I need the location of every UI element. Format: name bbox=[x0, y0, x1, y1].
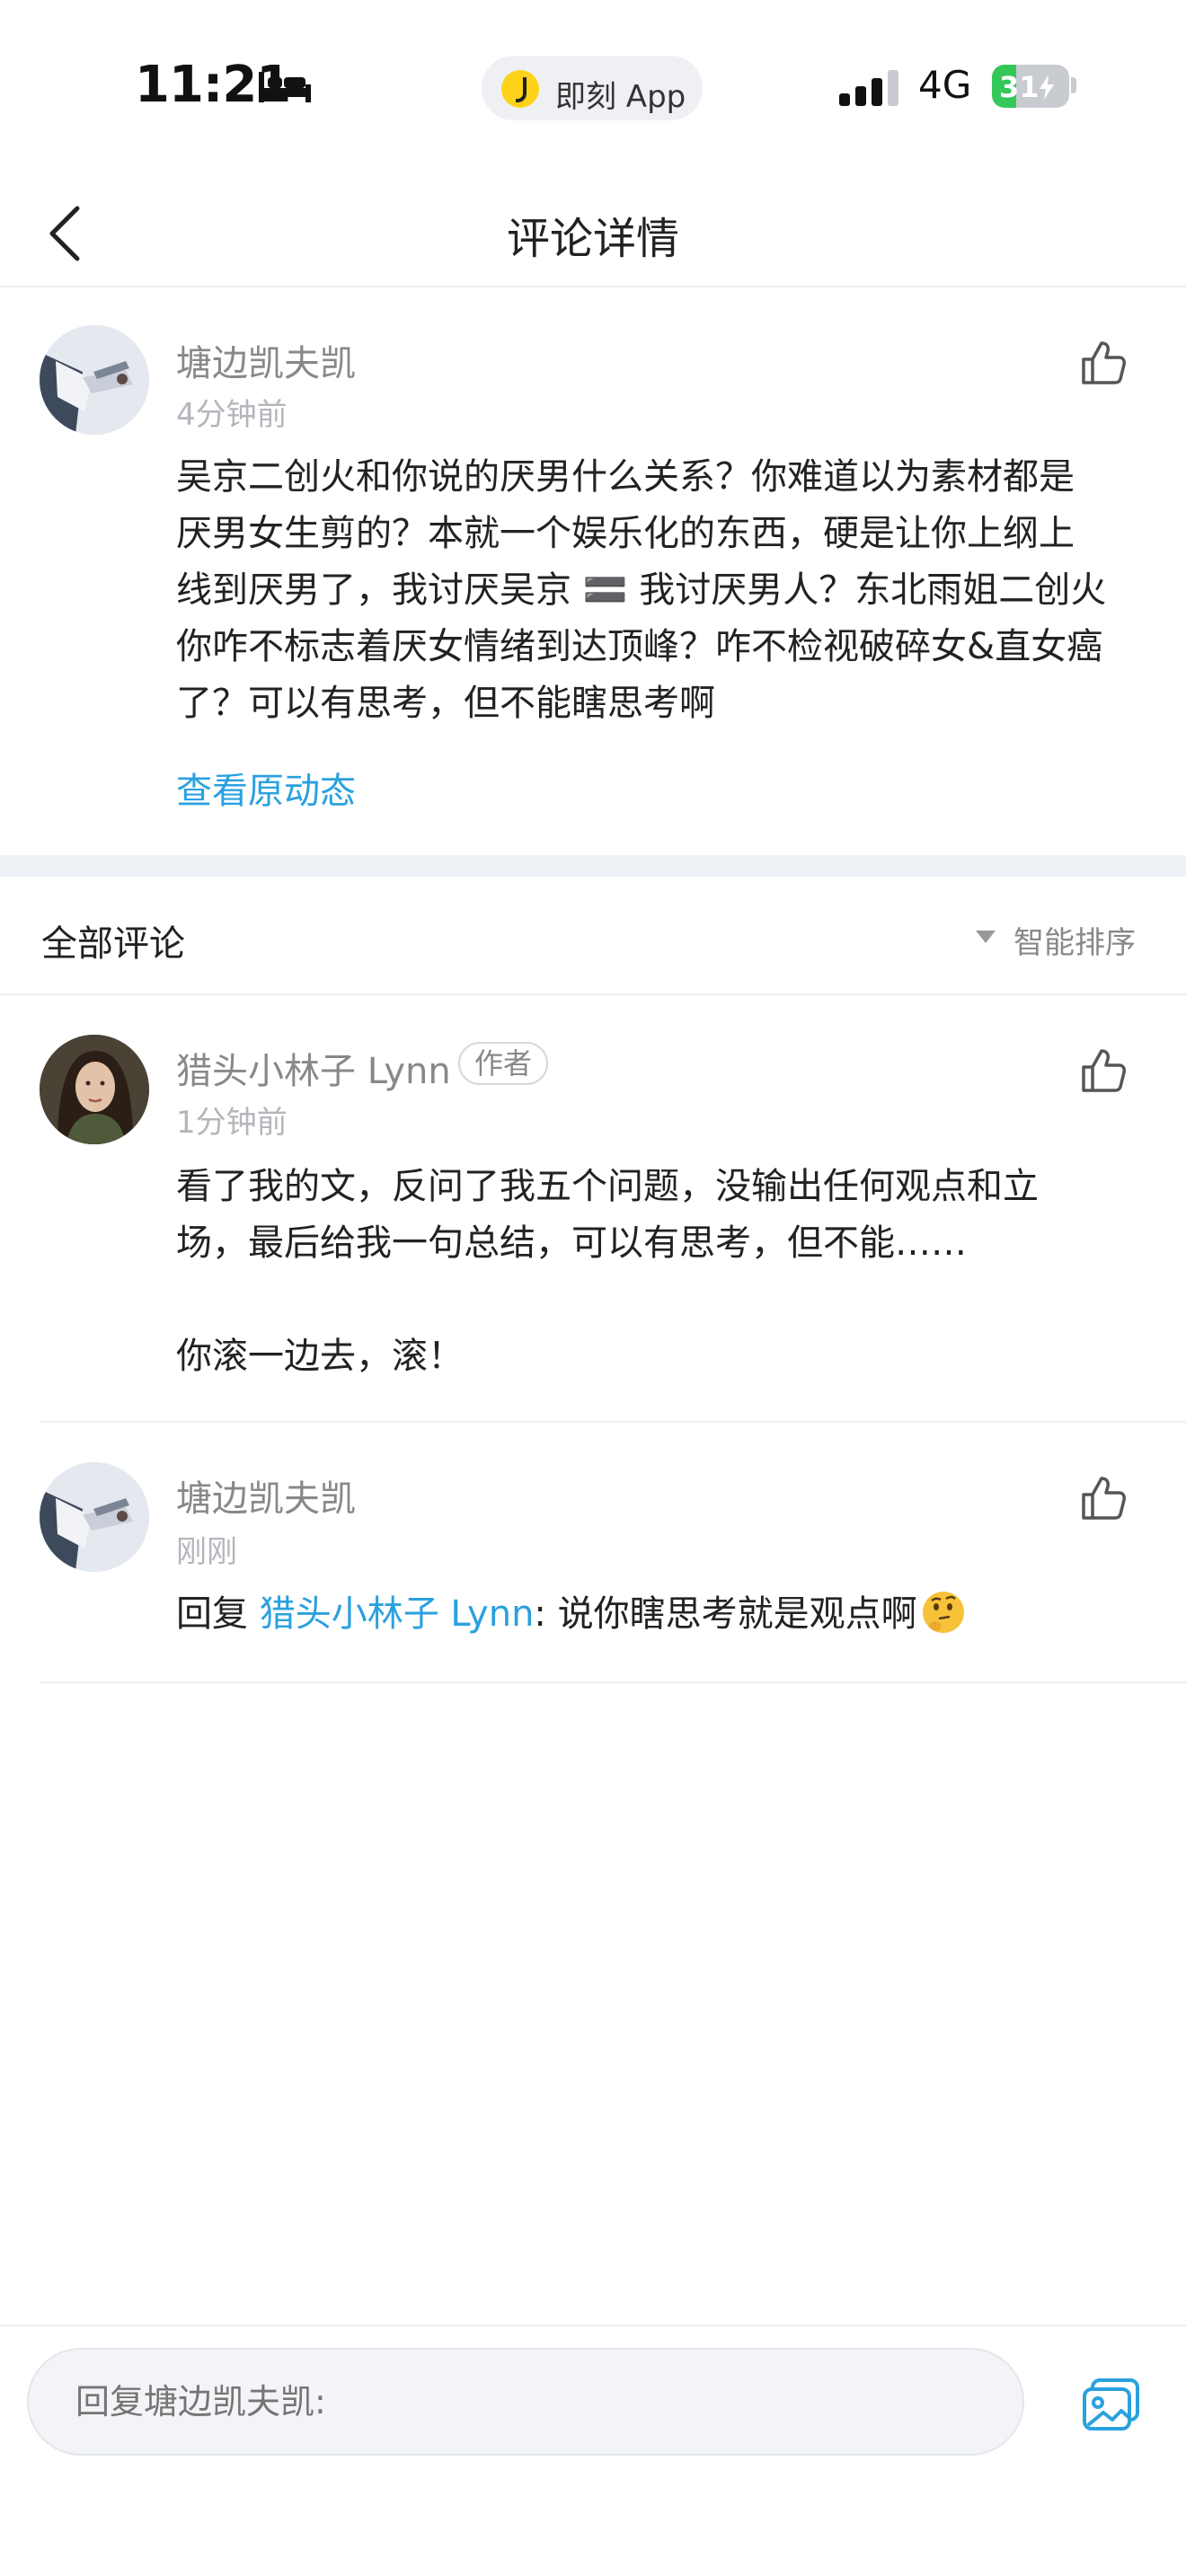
mention-link[interactable]: 猎头小林子 Lynn bbox=[260, 1593, 535, 1635]
reply-composer-bar bbox=[0, 2325, 1186, 2576]
comment-line: 线到厌男了，我讨厌吴京 🟰 我讨厌男人？东北雨姐二创火 bbox=[176, 569, 1107, 611]
battery-cap bbox=[1071, 77, 1076, 93]
thumbs-up-icon[interactable] bbox=[1078, 1473, 1128, 1523]
avatar-illustration bbox=[40, 1462, 149, 1572]
nav-header: 评论详情 bbox=[0, 180, 1186, 287]
reply-author[interactable]: 塘边凯夫凯 bbox=[176, 1469, 356, 1522]
network-type: 4G bbox=[918, 63, 972, 107]
avatar[interactable] bbox=[40, 1035, 149, 1144]
comment-detail-page: 11:21 即刻 App 4G 31 评论详情 塘边凯夫凯 4分钟前 吴京二创火… bbox=[0, 0, 1186, 2576]
page-title: 评论详情 bbox=[506, 214, 679, 264]
comment-line: 厌男女生剪的？本就一个娱乐化的东西，硬是让你上纲上 bbox=[176, 513, 1075, 554]
avatar-photo bbox=[40, 1035, 149, 1144]
comment-timestamp: 4分钟前 bbox=[176, 397, 288, 433]
caret-down-icon[interactable] bbox=[976, 931, 996, 943]
sleep-focus-icon bbox=[259, 72, 311, 102]
status-bar: 11:21 即刻 App 4G 31 bbox=[0, 0, 1186, 180]
view-original-post-link[interactable]: 查看原动态 bbox=[176, 762, 356, 814]
section-title: 全部评论 bbox=[41, 923, 185, 965]
reply-line: 场，最后给我一句总结，可以有思考，但不能…… bbox=[176, 1222, 967, 1264]
battery-percent: 31 bbox=[999, 70, 1054, 104]
reply-timestamp: 1分钟前 bbox=[176, 1105, 288, 1141]
reply-text: : 说你瞎思考就是观点啊 bbox=[534, 1593, 917, 1635]
charging-bolt-icon bbox=[1039, 75, 1054, 100]
reply-line: 你滚一边去，滚！ bbox=[176, 1336, 464, 1377]
reply-timestamp: 刚刚 bbox=[176, 1534, 237, 1570]
thumbs-up-icon[interactable] bbox=[1078, 338, 1128, 388]
avatar[interactable] bbox=[40, 1462, 149, 1572]
reply-body: 看了我的文，反问了我五个问题，没输出任何观点和立 场，最后给我一句总结，可以有思… bbox=[176, 1159, 1155, 1385]
image-upload-icon[interactable] bbox=[1082, 2378, 1141, 2432]
avatar[interactable] bbox=[40, 325, 149, 435]
author-badge: 作者 bbox=[458, 1042, 549, 1085]
reply-line bbox=[176, 1272, 1155, 1328]
battery-indicator: 31 bbox=[992, 65, 1069, 108]
app-pill-label: 即刻 App bbox=[555, 79, 686, 115]
reply-body: 回复 猎头小林子 Lynn: 说你瞎思考就是观点啊 bbox=[176, 1584, 966, 1636]
reply-input[interactable] bbox=[27, 2348, 1024, 2456]
comment-body: 吴京二创火和你说的厌男什么关系？你难道以为素材都是 厌男女生剪的？本就一个娱乐化… bbox=[176, 449, 1155, 732]
reply-line: 看了我的文，反问了我五个问题，没输出任何观点和立 bbox=[176, 1166, 1039, 1207]
avatar-illustration bbox=[40, 325, 149, 435]
comment-line: 你咋不标志着厌女情绪到达顶峰？咋不检视破碎女&直女癌 bbox=[176, 626, 1103, 667]
comment-line: 吴京二创火和你说的厌男什么关系？你难道以为素材都是 bbox=[176, 456, 1075, 498]
comment-author[interactable]: 塘边凯夫凯 bbox=[176, 334, 356, 386]
jike-app-icon bbox=[501, 70, 539, 108]
reply-divider bbox=[40, 1681, 1186, 1683]
section-divider bbox=[0, 855, 1186, 877]
thumbs-up-icon[interactable] bbox=[1078, 1045, 1128, 1096]
reply-divider bbox=[40, 1421, 1186, 1423]
reply-author[interactable]: 猎头小林子 Lynn bbox=[176, 1042, 451, 1094]
reply-prefix: 回复 bbox=[176, 1593, 260, 1635]
all-comments-header: 全部评论 智能排序 bbox=[0, 877, 1186, 995]
comment-line: 了？可以有思考，但不能瞎思考啊 bbox=[176, 683, 715, 724]
thinking-face-icon bbox=[922, 1592, 964, 1633]
app-indicator-pill[interactable]: 即刻 App bbox=[482, 56, 703, 120]
sort-toggle[interactable]: 智能排序 bbox=[1013, 918, 1136, 962]
cellular-signal-icon bbox=[839, 70, 898, 106]
